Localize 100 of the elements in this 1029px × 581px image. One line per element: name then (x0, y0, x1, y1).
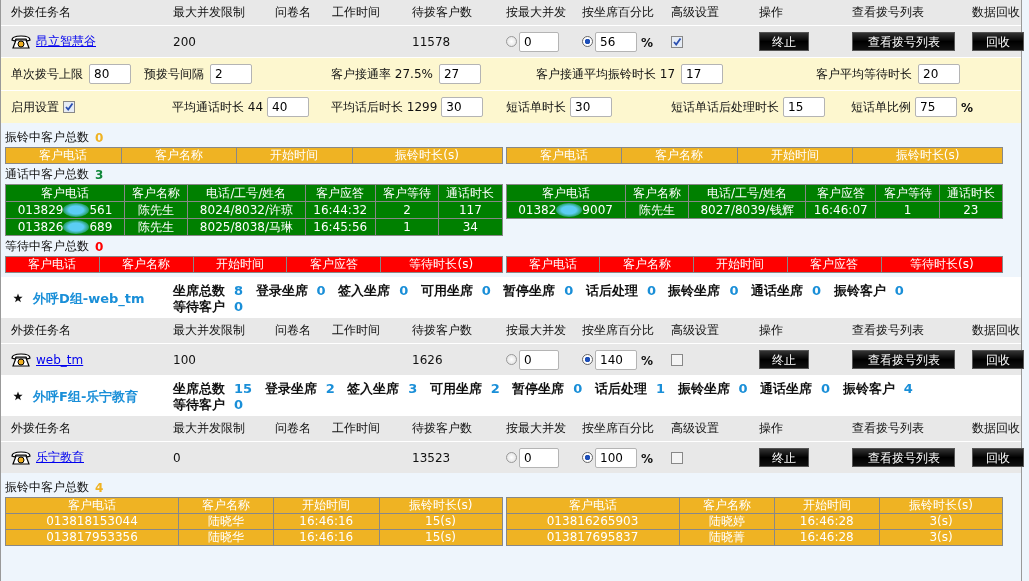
action-button[interactable]: 回收 (972, 448, 1024, 467)
setting-label: 平均通话时长 44 (172, 98, 264, 116)
stat-label: 振铃客户 (842, 381, 895, 396)
column-header: 按坐席百分比 (582, 322, 655, 339)
table-cell: 013817695837 (506, 529, 680, 546)
radio-button[interactable] (582, 452, 593, 463)
stat-value: 0 (646, 283, 656, 298)
column-header: 待拨客户数 (412, 322, 473, 339)
table-cell: 陆晓华 (178, 513, 274, 530)
number-field[interactable]: 140 (595, 349, 637, 370)
number-field[interactable]: 0 (519, 447, 559, 468)
number-field[interactable]: 30 (441, 97, 484, 117)
column-header: 最大并发限制 (173, 420, 246, 437)
unit-label: % (961, 101, 974, 115)
blur-mark (63, 220, 90, 234)
column-header: 查看拨号列表 (852, 420, 925, 437)
column-header: 客户应答 (305, 184, 376, 202)
stat-value: 0 (738, 381, 748, 396)
column-header: 客户名称 (99, 256, 194, 273)
stat-value: 0 (234, 299, 244, 314)
action-button[interactable]: 终止 (759, 448, 809, 467)
setting-label: 客户接通率 27.5% (331, 65, 433, 83)
setting-label: 预拨号间隔 (144, 65, 204, 83)
table-cell: 23 (939, 201, 1003, 219)
action-button[interactable]: 查看拨号列表 (852, 448, 955, 467)
checkbox[interactable] (671, 35, 683, 48)
checkbox[interactable] (671, 451, 683, 464)
checkbox[interactable] (63, 101, 75, 113)
table-cell: 2 (375, 201, 439, 219)
column-header: 等待时长(s) (881, 256, 1003, 273)
stat-value: 0 (894, 283, 904, 298)
column-header: 问卷名 (275, 4, 312, 21)
stat-value: 0 (234, 397, 244, 412)
radio-button[interactable] (582, 354, 593, 365)
stat-label: 暂停坐席 (512, 381, 565, 396)
number-field[interactable]: 2 (210, 64, 252, 84)
checkbox[interactable] (671, 353, 683, 366)
task-link[interactable]: web_tm (36, 352, 84, 367)
column-header: 工作时间 (332, 420, 381, 437)
table-cell: 15(s) (379, 529, 502, 546)
table-cell: 013817953356 (5, 529, 179, 546)
number-field[interactable]: 0 (519, 349, 559, 370)
action-button[interactable]: 终止 (759, 32, 809, 51)
radio-button[interactable] (506, 36, 517, 47)
stat-value: 0 (573, 381, 583, 396)
setting-label: 客户平均等待时长 (816, 65, 912, 83)
number-field[interactable]: 17 (681, 64, 724, 84)
stat-value: 0 (729, 283, 739, 298)
count-value: 0 (95, 239, 104, 254)
column-header: 操作 (759, 322, 784, 339)
table-cell-text: 1626 (412, 352, 444, 367)
task-link[interactable]: 乐宁教育 (36, 449, 84, 466)
column-header: 客户名称 (124, 184, 188, 202)
task-link[interactable]: 昂立智慧谷 (36, 33, 96, 50)
action-button[interactable]: 回收 (972, 350, 1024, 369)
table-cell: 16:46:28 (774, 529, 880, 546)
action-button[interactable]: 终止 (759, 350, 809, 369)
number-field[interactable]: 56 (595, 31, 637, 52)
column-header: 最大并发限制 (173, 322, 246, 339)
column-header: 客户电话 (506, 184, 626, 202)
number-field[interactable]: 15 (783, 97, 825, 117)
number-field[interactable]: 0 (519, 31, 559, 52)
column-header: 按最大并发 (506, 322, 567, 339)
number-field[interactable]: 100 (595, 447, 637, 468)
number-field[interactable]: 80 (89, 64, 131, 84)
number-field[interactable]: 27 (438, 64, 481, 84)
action-button[interactable]: 查看拨号列表 (852, 32, 955, 51)
stat-value: 8 (234, 283, 244, 298)
stat-label: 可用坐席 (429, 381, 482, 396)
column-header: 问卷名 (275, 322, 312, 339)
radio-button[interactable] (582, 36, 593, 47)
number-field[interactable]: 75 (915, 97, 957, 117)
action-button[interactable]: 查看拨号列表 (852, 350, 955, 369)
radio-button[interactable] (506, 354, 517, 365)
number-field[interactable]: 20 (918, 64, 960, 84)
column-header: 客户名称 (121, 147, 237, 164)
radio-button[interactable] (506, 452, 517, 463)
column-header: 振铃时长(s) (879, 497, 1003, 514)
column-header: 高级设置 (671, 420, 720, 437)
telephone-icon (11, 34, 31, 49)
stat-label: 振铃坐席 (668, 283, 721, 298)
column-header: 开始时间 (193, 256, 287, 273)
phone-number-part: 01382 (518, 202, 557, 217)
stat-value: 0 (399, 283, 409, 298)
number-field[interactable]: 30 (570, 97, 612, 117)
action-button[interactable]: 回收 (972, 32, 1024, 51)
setting-label: 平均话后时长 1299 (331, 98, 438, 116)
column-header: 操作 (759, 4, 784, 21)
column-header: 待拨客户数 (412, 420, 473, 437)
column-header: 客户名称 (178, 497, 274, 514)
section-label: 等待中客户总数 (5, 238, 89, 255)
stat-label: 话后处理 (594, 381, 647, 396)
table-cell: 陈先生 (625, 201, 689, 219)
table-cell: 013816265903 (506, 513, 680, 530)
table-cell: 陆晓婷 (679, 513, 775, 530)
stat-value: 0 (316, 283, 326, 298)
column-header: 通话时长 (939, 184, 1003, 202)
number-field[interactable]: 40 (267, 97, 310, 117)
column-header: 客户名称 (621, 147, 738, 164)
stat-label: 可用坐席 (420, 283, 473, 298)
